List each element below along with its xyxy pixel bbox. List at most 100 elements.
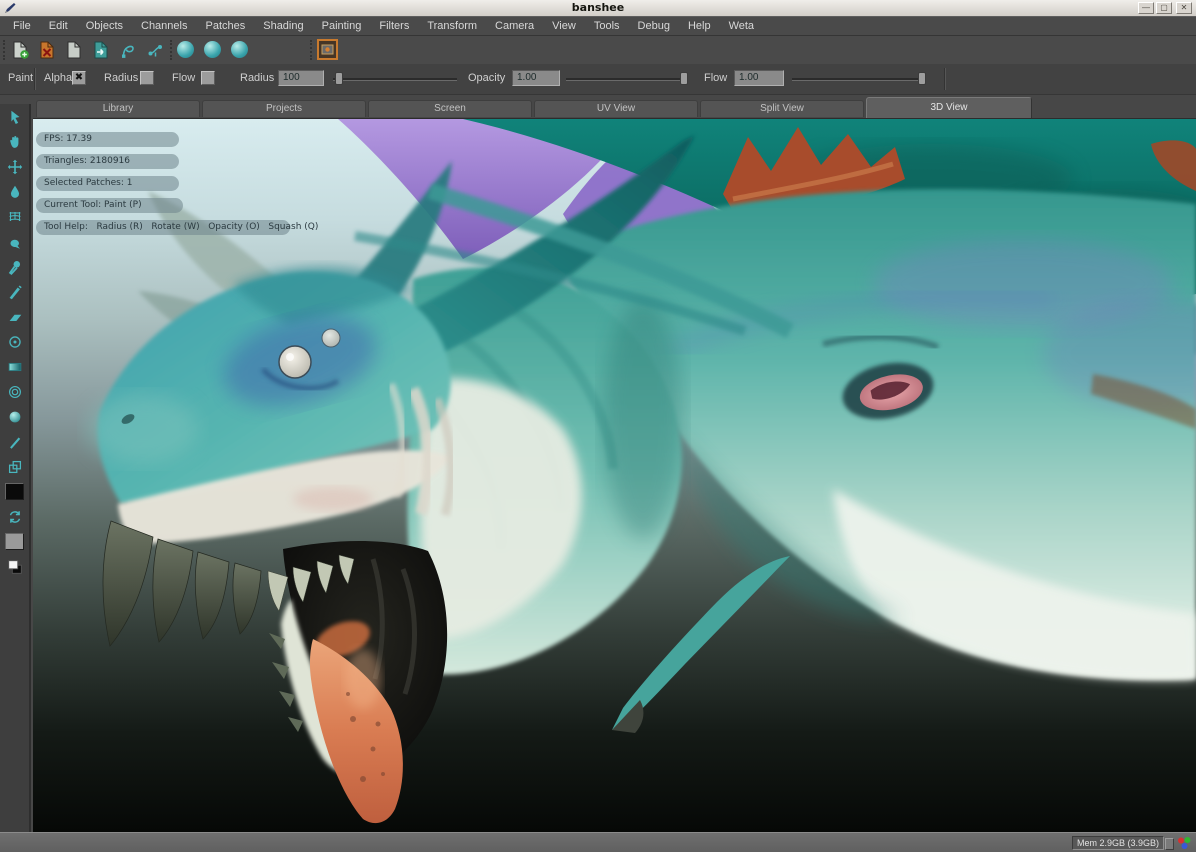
- swap-arrows-icon: [6, 508, 24, 526]
- brush-preset-1-button[interactable]: [177, 41, 194, 58]
- pan-tool-button[interactable]: [0, 129, 29, 154]
- flow-slider-handle[interactable]: [918, 72, 926, 85]
- foreground-color-swatch[interactable]: [5, 483, 24, 500]
- hud-fps: FPS: 17.39: [36, 132, 179, 147]
- smear-tool-button[interactable]: [0, 229, 29, 254]
- warp-grid-tool-button[interactable]: [0, 204, 29, 229]
- menu-patches[interactable]: Patches: [196, 17, 254, 35]
- brush-preset-3-button[interactable]: [231, 41, 248, 58]
- export-button[interactable]: [90, 39, 112, 61]
- projection-icon: [320, 42, 335, 57]
- copy-tool-button[interactable]: [0, 454, 29, 479]
- menu-debug[interactable]: Debug: [629, 17, 679, 35]
- brush-stroke-icon: [6, 283, 24, 301]
- radius-toggle-label: Radius: [104, 72, 138, 84]
- menu-transform[interactable]: Transform: [418, 17, 486, 35]
- alpha-checkbox[interactable]: ✖: [72, 71, 86, 85]
- menu-painting[interactable]: Painting: [313, 17, 371, 35]
- drop-tool-button[interactable]: [0, 179, 29, 204]
- paint-property-bar: Paint Alpha ✖ Radius Flow Radius 100 Opa…: [0, 64, 1196, 95]
- menu-camera[interactable]: Camera: [486, 17, 543, 35]
- menu-channels[interactable]: Channels: [132, 17, 196, 35]
- tab-uv-view[interactable]: UV View: [534, 100, 698, 117]
- sphere-icon: [6, 408, 24, 426]
- pushpin-icon: [6, 258, 24, 276]
- menu-file[interactable]: File: [4, 17, 40, 35]
- move-arrows-icon: [6, 158, 24, 176]
- rgb-channels-icon[interactable]: [1177, 836, 1192, 850]
- projection-toggle-button[interactable]: [317, 39, 338, 60]
- menu-tools[interactable]: Tools: [585, 17, 629, 35]
- paintbar-separator: [944, 68, 946, 90]
- copy-squares-icon: [6, 458, 24, 476]
- clone-circle-icon: [6, 333, 24, 351]
- gradient-tool-button[interactable]: [0, 354, 29, 379]
- save-project-button[interactable]: [63, 39, 85, 61]
- flow-toggle-label: Flow: [172, 72, 195, 84]
- hud-triangles: Triangles: 2180916: [36, 154, 179, 169]
- slice-line-icon: [6, 433, 24, 451]
- move-tool-button[interactable]: [0, 154, 29, 179]
- menu-view[interactable]: View: [543, 17, 585, 35]
- tab-projects[interactable]: Projects: [202, 100, 366, 117]
- opacity-slider[interactable]: [566, 78, 688, 81]
- main-toolbar: [0, 36, 1196, 65]
- opacity-slider-handle[interactable]: [680, 72, 688, 85]
- memory-usage-field: Mem 2.9GB (3.9GB): [1072, 836, 1164, 850]
- graph-tool-button[interactable]: [144, 39, 166, 61]
- opacity-input[interactable]: 1.00: [512, 70, 560, 86]
- radius-slider-handle[interactable]: [335, 72, 343, 85]
- close-project-icon: [37, 40, 57, 60]
- tab-split-view[interactable]: Split View: [700, 100, 864, 117]
- radius-label: Radius: [240, 72, 274, 84]
- alpha-label: Alpha: [44, 72, 72, 84]
- minimize-button[interactable]: —: [1138, 2, 1154, 14]
- smear-blob-icon: [6, 233, 24, 251]
- select-tool-button[interactable]: [0, 104, 29, 129]
- sphere-tool-button[interactable]: [0, 404, 29, 429]
- clone-tool-button[interactable]: [0, 329, 29, 354]
- menu-help[interactable]: Help: [679, 17, 720, 35]
- swap-colors-button[interactable]: [0, 504, 29, 529]
- menu-objects[interactable]: Objects: [77, 17, 132, 35]
- brush-preset-2-button[interactable]: [204, 41, 221, 58]
- close-button[interactable]: ✕: [1176, 2, 1192, 14]
- pin-tool-button[interactable]: [0, 254, 29, 279]
- eraser-tool-button[interactable]: [0, 304, 29, 329]
- tab-screen[interactable]: Screen: [368, 100, 532, 117]
- flow-checkbox[interactable]: [201, 71, 215, 85]
- path-tool-button[interactable]: [117, 39, 139, 61]
- close-project-button[interactable]: [36, 39, 58, 61]
- radius-checkbox[interactable]: [140, 71, 154, 85]
- radius-slider[interactable]: [333, 78, 457, 81]
- maximize-button[interactable]: ▢: [1156, 2, 1172, 14]
- flow-label: Flow: [704, 72, 727, 84]
- menu-filters[interactable]: Filters: [370, 17, 418, 35]
- viewport-3d[interactable]: FPS: 17.39 Triangles: 2180916 Selected P…: [33, 118, 1196, 833]
- menu-weta[interactable]: Weta: [720, 17, 763, 35]
- slice-tool-button[interactable]: [0, 429, 29, 454]
- tab-library[interactable]: Library: [36, 100, 200, 117]
- rings-tool-button[interactable]: [0, 379, 29, 404]
- application-window: banshee — ▢ ✕ File Edit Objects Channels…: [0, 0, 1196, 852]
- hud-current-tool: Current Tool: Paint (P): [36, 198, 183, 213]
- default-colors-button[interactable]: [0, 554, 29, 579]
- tab-3d-view[interactable]: 3D View: [866, 97, 1032, 118]
- flow-input[interactable]: 1.00: [734, 70, 784, 86]
- flow-slider[interactable]: [792, 78, 926, 81]
- paint-stroke-tool-button[interactable]: [0, 279, 29, 304]
- hud-tool-help: Tool Help: Radius (R) Rotate (W) Opacity…: [36, 220, 290, 235]
- menu-shading[interactable]: Shading: [254, 17, 312, 35]
- window-title: banshee: [0, 1, 1196, 14]
- menu-edit[interactable]: Edit: [40, 17, 77, 35]
- gradient-rect-icon: [6, 358, 24, 376]
- paintbar-separator: [34, 68, 36, 90]
- status-toggle-button[interactable]: [1165, 838, 1174, 850]
- opacity-label: Opacity: [468, 72, 505, 84]
- select-arrow-icon: [6, 108, 24, 126]
- new-project-button[interactable]: [9, 39, 31, 61]
- droplet-icon: [6, 183, 24, 201]
- background-color-swatch[interactable]: [5, 533, 24, 550]
- radius-input[interactable]: 100: [278, 70, 324, 86]
- toolbar-grip: [3, 40, 5, 60]
